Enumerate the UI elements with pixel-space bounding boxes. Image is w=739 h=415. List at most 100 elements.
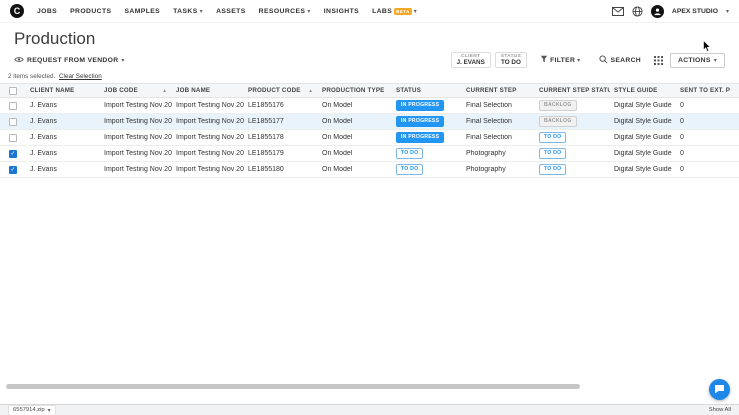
column-header-step_status[interactable]: CURRENT STEP STATUS — [535, 87, 610, 94]
cell-production-type: On Model — [318, 150, 392, 157]
table-row[interactable]: J. EvansImport Testing Nov 2020Import Te… — [0, 98, 739, 114]
chevron-down-icon: ▾ — [414, 8, 417, 15]
step-status-badge: BACKLOG — [539, 116, 577, 126]
cell-current-step: Photography — [462, 166, 535, 173]
request-from-vendor-button[interactable]: REQUEST FROM VENDOR ▾ — [14, 54, 125, 67]
status-badge: IN PROGRESS — [396, 100, 444, 110]
clear-selection-link[interactable]: Clear Selection — [59, 73, 102, 80]
table-row[interactable]: ✓J. EvansImport Testing Nov 2020Import T… — [0, 162, 739, 178]
column-header-label: STATUS — [396, 87, 421, 94]
filter-button[interactable]: FILTER ▾ — [534, 54, 586, 66]
row-checkbox[interactable]: ✓ — [9, 166, 17, 174]
nav-item-labs[interactable]: LABSBETA▾ — [372, 8, 417, 15]
cell-job-name: Import Testing Nov 2020 — [172, 118, 244, 125]
nav-item-samples[interactable]: SAMPLES — [124, 8, 160, 15]
grid-view-icon[interactable] — [654, 56, 663, 65]
column-header-label: JOB NAME — [176, 87, 210, 94]
globe-icon[interactable] — [632, 6, 643, 17]
download-item[interactable]: 6557914.zip ▾ — [8, 405, 56, 415]
chevron-down-icon: ▾ — [200, 8, 203, 15]
column-header-client[interactable]: CLIENT NAME — [26, 87, 100, 94]
column-header-job_code[interactable]: JOB CODE▲ — [100, 87, 172, 94]
filter-chip-status[interactable]: STATUSTO DO — [495, 52, 527, 68]
cell-product-code: LE1855177 — [244, 118, 318, 125]
header-row: REQUEST FROM VENDOR ▾ CLIENTJ. EVANSSTAT… — [14, 52, 725, 68]
column-header-current_step[interactable]: CURRENT STEP — [462, 87, 535, 94]
cell-sent-to-ext: 0 — [676, 118, 739, 125]
cell-current-step-status: TO DO — [535, 132, 610, 142]
cell-status: IN PROGRESS — [392, 132, 462, 142]
header-controls: CLIENTJ. EVANSSTATUSTO DO FILTER ▾ SEARC… — [451, 52, 725, 68]
nav-item-label: ASSETS — [216, 8, 246, 15]
table-row[interactable]: J. EvansImport Testing Nov 2020Import Te… — [0, 130, 739, 146]
column-header-label: PRODUCT CODE — [248, 87, 301, 94]
account-name[interactable]: APEX STUDIO — [672, 8, 718, 15]
column-header-style_guide[interactable]: STYLE GUIDE — [610, 87, 676, 94]
search-icon — [599, 55, 608, 66]
selection-row: 2 items selected. Clear Selection — [0, 68, 739, 83]
nav-item-resources[interactable]: RESOURCES▾ — [259, 8, 311, 15]
step-status-badge: TO DO — [539, 148, 566, 158]
actions-label: ACTIONS — [678, 57, 711, 64]
actions-button[interactable]: ACTIONS ▾ — [670, 53, 725, 68]
avatar[interactable] — [651, 5, 664, 18]
production-table: CLIENT NAMEJOB CODE▲JOB NAMEPRODUCT CODE… — [0, 83, 739, 178]
show-all-link[interactable]: Show All — [709, 407, 731, 413]
column-header-status[interactable]: STATUS — [392, 87, 462, 94]
chat-bubble-icon — [714, 381, 725, 399]
column-header-product_code[interactable]: PRODUCT CODE ▲ — [244, 87, 318, 94]
row-checkbox[interactable]: ✓ — [9, 150, 17, 158]
chevron-down-icon: ▾ — [48, 407, 51, 414]
cell-job-name: Import Testing Nov 2020 — [172, 166, 244, 173]
cell-job-name: Import Testing Nov 2020 — [172, 134, 244, 141]
eye-icon — [14, 56, 24, 65]
cell-sent-to-ext: 0 — [676, 102, 739, 109]
table-row[interactable]: ✓J. EvansImport Testing Nov 2020Import T… — [0, 146, 739, 162]
cell-client-name: J. Evans — [26, 118, 100, 125]
cell-product-code: LE1855179 — [244, 150, 318, 157]
row-checkbox[interactable] — [9, 134, 17, 142]
cell-status: IN PROGRESS — [392, 116, 462, 126]
row-checkbox[interactable] — [9, 118, 17, 126]
cell-client-name: J. Evans — [26, 102, 100, 109]
cell-product-code: LE1855176 — [244, 102, 318, 109]
cell-production-type: On Model — [318, 118, 392, 125]
table-row[interactable]: J. EvansImport Testing Nov 2020Import Te… — [0, 114, 739, 130]
selection-summary: 2 items selected. — [8, 73, 55, 80]
cell-checkbox — [0, 102, 26, 110]
column-header-job_name[interactable]: JOB NAME — [172, 87, 244, 94]
brand-logo[interactable]: C — [10, 4, 24, 18]
page-header: Production REQUEST FROM VENDOR ▾ CLIENTJ… — [0, 23, 739, 68]
nav-item-label: INSIGHTS — [324, 8, 359, 15]
nav-item-insights[interactable]: INSIGHTS — [324, 8, 359, 15]
nav-item-tasks[interactable]: TASKS▾ — [173, 8, 203, 15]
column-header-sent_ext[interactable]: SENT TO EXT. P — [676, 87, 739, 94]
cell-job-code: Import Testing Nov 2020 — [100, 118, 172, 125]
nav-item-assets[interactable]: ASSETS — [216, 8, 246, 15]
chevron-down-icon: ▾ — [121, 57, 124, 64]
nav-item-products[interactable]: PRODUCTS — [70, 8, 111, 15]
chat-launcher[interactable] — [709, 379, 730, 400]
cell-production-type: On Model — [318, 166, 392, 173]
cell-production-type: On Model — [318, 134, 392, 141]
nav-item-label: SAMPLES — [124, 8, 160, 15]
cell-product-code: LE1855178 — [244, 134, 318, 141]
cell-status: TO DO — [392, 148, 462, 158]
cell-current-step-status: TO DO — [535, 164, 610, 174]
column-header-production_type[interactable]: PRODUCTION TYPE — [318, 87, 392, 94]
cell-current-step-status: TO DO — [535, 148, 610, 158]
column-header-label: CURRENT STEP STATUS — [539, 87, 610, 94]
row-checkbox[interactable] — [9, 102, 17, 110]
horizontal-scrollbar[interactable] — [6, 384, 580, 389]
column-header-label: JOB CODE — [104, 87, 138, 94]
brand-logo-letter: C — [14, 6, 21, 16]
search-button[interactable]: SEARCH — [593, 54, 647, 67]
sort-asc-icon: ▲ — [308, 88, 313, 93]
search-label: SEARCH — [610, 57, 641, 64]
inbox-icon[interactable] — [612, 7, 624, 16]
step-status-badge: TO DO — [539, 164, 566, 174]
select-all-checkbox[interactable] — [9, 87, 17, 95]
nav-item-jobs[interactable]: JOBS — [37, 8, 57, 15]
page-title: Production — [14, 29, 725, 49]
filter-chip-client[interactable]: CLIENTJ. EVANS — [451, 52, 491, 68]
